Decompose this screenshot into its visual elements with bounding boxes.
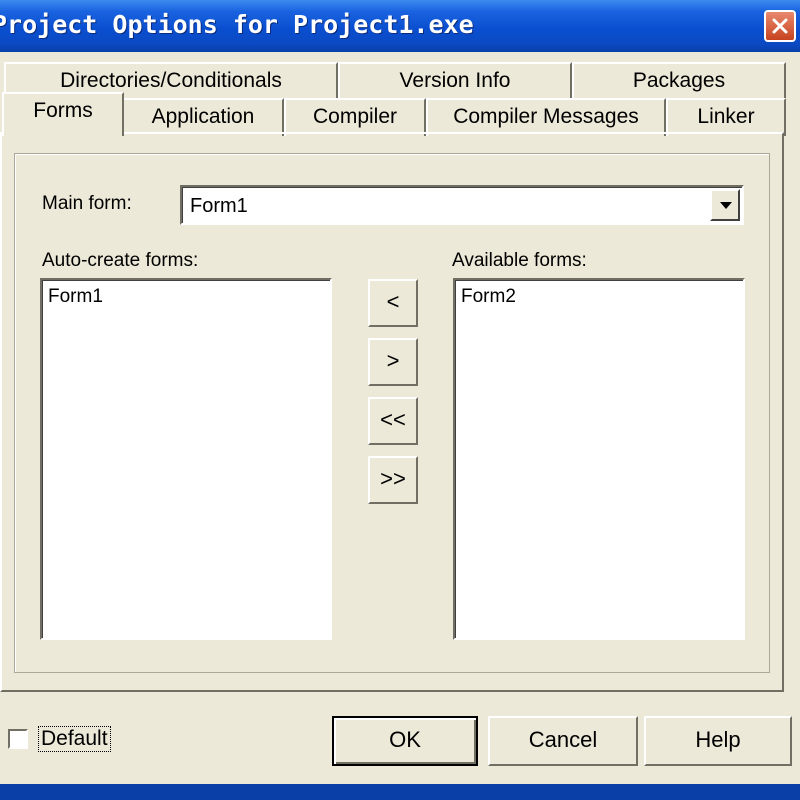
move-right-button[interactable]: > [368,338,418,386]
default-label[interactable]: Default [38,726,111,752]
chevron-down-icon [720,202,732,209]
tab-label: Compiler [312,105,398,128]
tab-compiler-messages[interactable]: Compiler Messages [426,98,666,136]
main-form-dropdown-button[interactable] [710,189,740,221]
ok-button[interactable]: OK [332,716,478,766]
list-item[interactable]: Form1 [48,286,103,308]
tab-label: Compiler Messages [453,105,639,128]
tab-forms[interactable]: Forms [2,92,124,136]
tab-version-info[interactable]: Version Info [338,62,572,100]
available-forms-label: Available forms: [452,250,587,271]
window-title: Project Options for Project1.exe [0,10,474,39]
auto-create-forms-label: Auto-create forms: [42,250,199,271]
cancel-button[interactable]: Cancel [488,716,638,766]
tab-label: Directories/Conditionals [60,69,282,92]
tab-label: Application [151,105,255,128]
default-checkbox[interactable] [8,729,28,749]
tab-packages[interactable]: Packages [572,62,786,100]
main-form-select[interactable]: Form1 [180,185,744,225]
move-left-button[interactable]: < [368,279,418,327]
available-forms-list[interactable]: Form2 [453,278,745,640]
window-bottom-border [0,784,800,800]
tab-linker[interactable]: Linker [666,98,786,136]
tab-compiler[interactable]: Compiler [284,98,426,136]
auto-create-forms-list[interactable]: Form1 [40,278,332,640]
move-all-left-button[interactable]: << [368,397,418,445]
tab-application[interactable]: Application [122,98,284,136]
tab-label: Packages [632,69,726,92]
close-button[interactable] [764,10,796,42]
help-button[interactable]: Help [644,716,792,766]
tab-label: Version Info [399,69,511,92]
main-form-value: Form1 [190,195,248,217]
tab-label: Linker [697,105,755,128]
main-form-label: Main form: [42,193,132,214]
close-icon [772,18,788,34]
move-all-right-button[interactable]: >> [368,456,418,504]
title-bar[interactable]: Project Options for Project1.exe [0,0,800,52]
list-item[interactable]: Form2 [461,286,516,308]
tab-label: Forms [33,99,93,122]
